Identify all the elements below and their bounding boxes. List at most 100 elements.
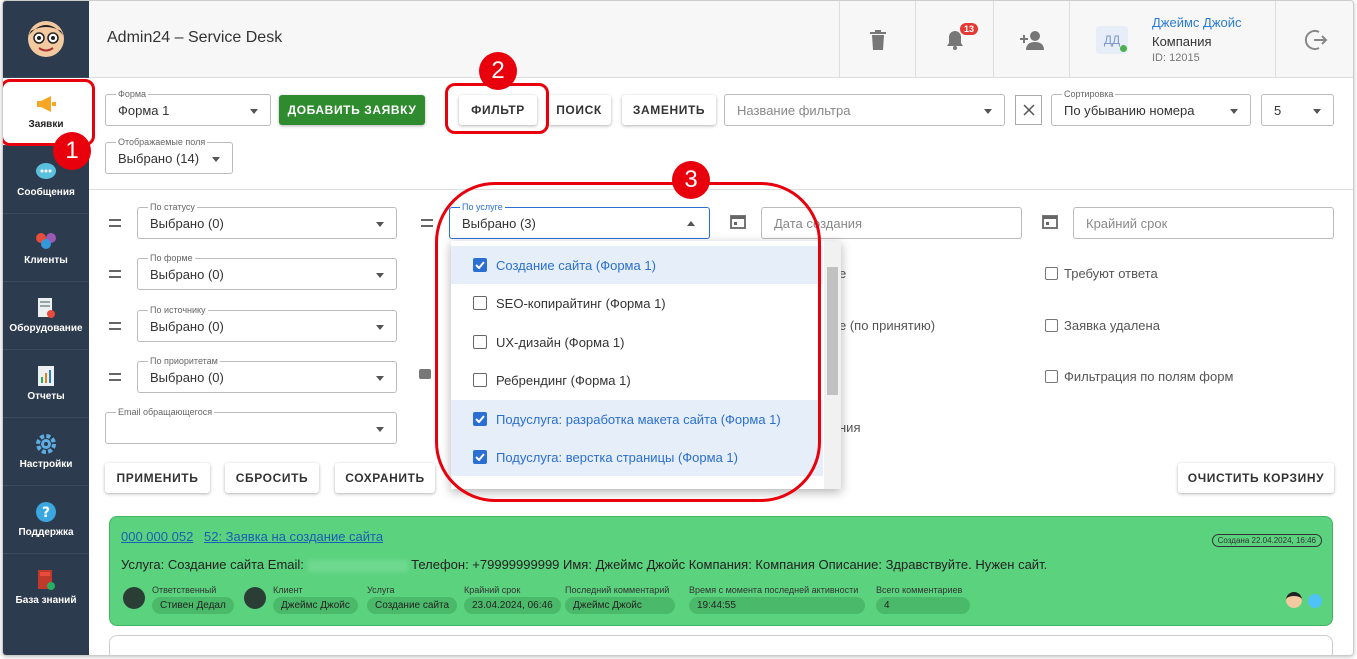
deadline-input[interactable]: Крайний срок [1073, 207, 1334, 239]
form-fields-filter-checkbox[interactable]: Фильтрация по полям форм [1045, 369, 1233, 384]
person-icon [123, 587, 145, 609]
top-header: Admin24 – Service Desk 13 ДД Джеймс Джой… [89, 1, 1353, 78]
deadline-placeholder: Крайний срок [1086, 216, 1168, 231]
checkbox-box[interactable] [1045, 267, 1058, 280]
book-icon [34, 569, 58, 591]
displayed-fields-select[interactable]: Отображаемые поля Выбрано (14) [105, 137, 233, 174]
ticket-description: Услуга: Создание сайта Email: Телефон: +… [121, 557, 1047, 572]
sort-select-value: По убыванию номера [1064, 103, 1195, 118]
user-id: ID: 12015 [1152, 52, 1200, 64]
dropdown-scrollbar[interactable] [824, 241, 841, 489]
chevron-down-icon [376, 222, 384, 227]
status-filter-value: Выбрано (0) [150, 216, 224, 231]
calendar-icon[interactable] [1042, 213, 1058, 229]
meta-total-comments: Всего комментариев 4 [876, 585, 970, 614]
filter-name-select[interactable]: Название фильтра [724, 94, 1005, 126]
meta-responsible: Ответственный Стивен Дедал [152, 585, 234, 614]
chevron-down-icon [1313, 109, 1321, 114]
scrollbar-thumb[interactable] [827, 267, 838, 395]
drag-handle-icon[interactable] [109, 322, 121, 330]
ticket-desc-part1: Услуга: Создание сайта Email: [121, 557, 304, 572]
sidebar-item-label: Оборудование [9, 323, 83, 334]
meta-client: Клиент Джеймс Джойс [273, 585, 358, 614]
ticket-phone-link[interactable]: 000 000 052 [121, 529, 193, 544]
meta-label: Клиент [273, 585, 303, 595]
page-size-select[interactable]: 5 [1261, 94, 1334, 126]
status-filter[interactable]: По статусу Выбрано (0) [137, 202, 397, 239]
checkbox-box[interactable] [1045, 370, 1058, 383]
deleted-label: Заявка удалена [1064, 318, 1160, 333]
annotation-marker-3: 3 [672, 161, 710, 199]
partial-checkbox-label-4: ния [839, 420, 861, 435]
trash-button[interactable] [839, 1, 915, 78]
form-select[interactable]: Форма Форма 1 [105, 89, 271, 126]
source-filter[interactable]: По источнику Выбрано (0) [137, 305, 397, 342]
source-filter-value: Выбрано (0) [150, 319, 224, 334]
sidebar-item-equipment[interactable]: Оборудование [3, 281, 89, 349]
drag-handle-icon[interactable] [421, 219, 433, 227]
clear-filter-button[interactable] [1015, 95, 1042, 125]
agent-avatar-icon [1286, 592, 1302, 608]
drag-handle-icon[interactable] [109, 270, 121, 278]
sidebar-item-settings[interactable]: Настройки [3, 417, 89, 485]
chevron-down-icon [1230, 109, 1238, 114]
sort-select-label: Сортировка [1062, 89, 1116, 99]
gear-icon [34, 433, 58, 455]
chevron-down-icon [376, 273, 384, 278]
needs-reply-label: Требуют ответа [1064, 266, 1158, 281]
equipment-icon [34, 297, 58, 319]
logo[interactable] [3, 1, 89, 77]
search-button[interactable]: ПОИСК [547, 95, 611, 125]
notifications-button[interactable]: 13 [915, 1, 993, 78]
apply-button[interactable]: ПРИМЕНИТЬ [105, 463, 210, 493]
sidebar-item-reports[interactable]: Отчеты [3, 349, 89, 417]
ticket-card-next[interactable] [109, 635, 1333, 655]
user-panel[interactable]: ДД Джеймс Джойс Компания ID: 12015 [1069, 1, 1275, 78]
sidebar-item-label: Клиенты [24, 255, 68, 266]
meta-value: Стивен Дедал [152, 597, 234, 614]
drag-handle-icon[interactable] [109, 219, 121, 227]
needs-reply-checkbox[interactable]: Требуют ответа [1045, 266, 1158, 281]
chat-icon [34, 161, 58, 183]
deleted-checkbox[interactable]: Заявка удалена [1045, 318, 1160, 333]
ticket-title-link[interactable]: 52: Заявка на создание сайта [204, 529, 383, 544]
meta-last-comment: Последний комментарий Джеймс Джойс [565, 585, 675, 614]
app-window: Заявки Сообщения Клиенты Оборудование От… [2, 0, 1354, 656]
source-filter-label: По источнику [148, 305, 208, 315]
status-filter-label: По статусу [148, 202, 197, 212]
chevron-down-icon [250, 109, 258, 114]
priority-filter[interactable]: По приоритетам Выбрано (0) [137, 356, 397, 393]
sort-select[interactable]: Сортировка По убыванию номера [1051, 89, 1251, 126]
sidebar-item-support[interactable]: ? Поддержка [3, 485, 89, 553]
checkbox-box[interactable] [1045, 319, 1058, 332]
user-name[interactable]: Джеймс Джойс [1152, 15, 1242, 30]
replace-button[interactable]: ЗАМЕНИТЬ [622, 95, 716, 125]
page-size-value: 5 [1274, 103, 1282, 118]
email-filter[interactable]: Email обращающегося [105, 407, 397, 444]
status-dot [1308, 594, 1322, 608]
chevron-down-icon [376, 325, 384, 330]
sidebar-item-clients[interactable]: Клиенты [3, 213, 89, 281]
close-icon [1022, 104, 1035, 116]
annotation-box-3 [435, 182, 821, 502]
add-user-icon [1019, 30, 1044, 50]
logout-icon [1304, 29, 1327, 50]
sidebar-item-label: Поддержка [18, 527, 74, 538]
logout-button[interactable] [1275, 1, 1353, 78]
add-request-button[interactable]: ДОБАВИТЬ ЗАЯВКУ [279, 95, 425, 125]
displayed-fields-value: Выбрано (14) [118, 151, 200, 166]
blurred-email [307, 559, 408, 572]
meta-label: Последний комментарий [565, 585, 670, 595]
chevron-down-icon [212, 157, 220, 162]
add-user-button[interactable] [993, 1, 1069, 78]
ticket-card[interactable]: 000 000 052 52: Заявка на создание сайта… [109, 516, 1333, 626]
drag-handle-icon[interactable] [109, 373, 121, 381]
save-button[interactable]: СОХРАНИТЬ [335, 463, 435, 493]
chevron-down-icon [376, 427, 384, 432]
tag-icon [419, 369, 431, 379]
reset-button[interactable]: СБРОСИТЬ [225, 463, 319, 493]
form-filter[interactable]: По форме Выбрано (0) [137, 253, 397, 290]
trash-icon [869, 29, 886, 50]
clear-trash-button[interactable]: ОЧИСТИТЬ КОРЗИНУ [1178, 463, 1334, 493]
sidebar-item-knowledge-base[interactable]: База знаний [3, 553, 89, 621]
